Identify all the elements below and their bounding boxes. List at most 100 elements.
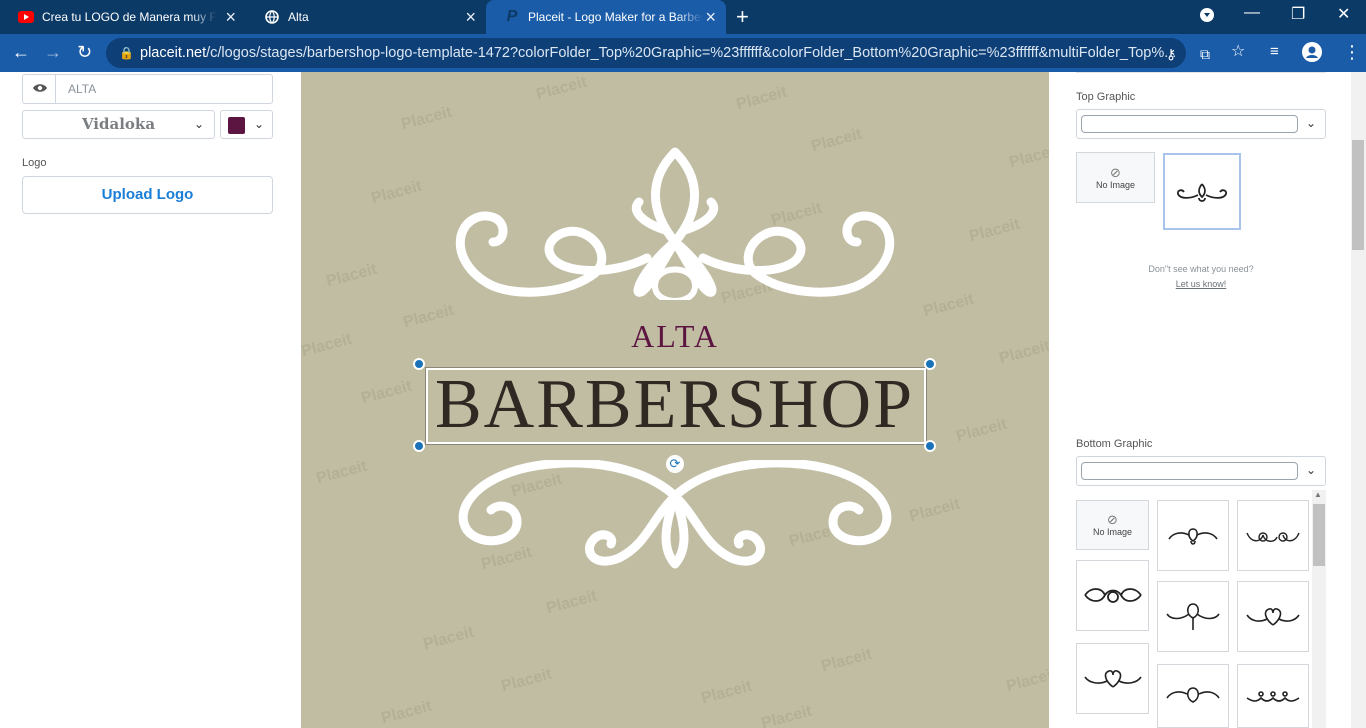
watermark: Placeit: [324, 260, 379, 291]
tab-youtube[interactable]: Crea tu LOGO de Manera muy FÁCIL ×: [0, 0, 246, 34]
chevron-down-icon: ⌄: [1305, 116, 1316, 130]
text-input[interactable]: ALTA: [55, 74, 273, 104]
media-control-icon[interactable]: ≡: [1270, 42, 1279, 62]
resize-handle-top-left[interactable]: [413, 358, 425, 370]
resize-handle-bottom-right[interactable]: [924, 440, 936, 452]
eye-icon: [32, 80, 48, 98]
translate-icon[interactable]: ⧉: [1200, 44, 1210, 64]
more-menu-icon[interactable]: ⋮: [1343, 42, 1361, 62]
top-graphic-option-selected[interactable]: [1163, 153, 1241, 230]
bottom-graphic-option[interactable]: [1076, 560, 1149, 631]
font-select[interactable]: Vidaloka ⌄: [22, 110, 215, 139]
ornament-icon: [1166, 602, 1220, 630]
logo-label: Logo: [22, 157, 47, 169]
watermark: Placeit: [379, 697, 434, 728]
bottom-graphic-option[interactable]: [1237, 500, 1309, 571]
top-no-image-option[interactable]: ⊘ No Image: [1076, 152, 1155, 203]
watermark: Placeit: [499, 665, 554, 696]
bookmark-star-icon[interactable]: ☆: [1231, 42, 1245, 62]
watermark: Placeit: [819, 645, 874, 676]
close-tab-icon[interactable]: ×: [705, 8, 716, 26]
minimize-icon[interactable]: —: [1244, 4, 1260, 22]
browser-toolbar: ← → ↻ 🔒 placeit.net/c/logos/stages/barbe…: [0, 34, 1366, 72]
rotate-handle-icon[interactable]: ⟳: [666, 455, 684, 473]
placeit-icon: P: [506, 8, 518, 25]
forward-icon[interactable]: →: [44, 42, 62, 62]
bottom-graphic-option[interactable]: [1237, 664, 1309, 728]
bottom-graphic-label: Bottom Graphic: [1076, 438, 1153, 450]
address-bar[interactable]: 🔒 placeit.net/c/logos/stages/barbershop-…: [106, 38, 1186, 68]
color-picker[interactable]: ⌄: [220, 110, 273, 139]
ornament-icon: [1246, 531, 1300, 542]
dropdown-search-input[interactable]: [1081, 462, 1298, 480]
tab-alta[interactable]: Alta ×: [246, 0, 486, 34]
bottom-no-image-option[interactable]: ⊘ No Image: [1076, 500, 1149, 550]
ornament-icon: [1246, 691, 1300, 702]
bottom-ornament-graphic[interactable]: [451, 460, 899, 572]
chevron-down-icon: ⌄: [253, 117, 264, 131]
upload-logo-button[interactable]: Upload Logo: [22, 176, 273, 214]
watermark: Placeit: [759, 702, 814, 728]
watermark: Placeit: [699, 677, 754, 708]
lock-icon: 🔒: [119, 46, 134, 60]
tab-title: Placeit - Logo Maker for a Barbershop: [528, 10, 703, 24]
bottom-graphic-option[interactable]: [1076, 643, 1149, 714]
let-us-know-link[interactable]: Let us know!: [1176, 279, 1227, 289]
watermark: Placeit: [369, 177, 424, 208]
profile-avatar-icon[interactable]: [1302, 42, 1322, 66]
bottom-graphic-option[interactable]: [1157, 664, 1229, 728]
resize-handle-top-right[interactable]: [924, 358, 936, 370]
watermark: Placeit: [907, 495, 962, 526]
bottom-graphic-option[interactable]: [1157, 500, 1229, 571]
page-scrollbar-thumb[interactable]: [1352, 140, 1364, 250]
restore-icon[interactable]: ❐: [1291, 4, 1305, 24]
url-host: placeit.net: [140, 45, 207, 61]
help-block: Don"t see what you need? Let us know!: [1076, 262, 1326, 292]
close-tab-icon[interactable]: ×: [225, 8, 236, 26]
help-text: Don"t see what you need?: [1148, 264, 1254, 274]
watermark: Placeit: [359, 377, 414, 408]
profile-menu-icon[interactable]: [1200, 8, 1214, 27]
visibility-toggle[interactable]: [22, 74, 56, 104]
chevron-down-icon: ⌄: [1305, 463, 1316, 477]
no-image-icon: ⊘: [1107, 512, 1118, 527]
no-image-label: No Image: [1095, 179, 1136, 190]
color-swatch: [228, 117, 245, 134]
tab-placeit[interactable]: P Placeit - Logo Maker for a Barbershop …: [486, 0, 726, 34]
watermark: Placeit: [954, 415, 1009, 446]
divider: [1076, 72, 1326, 73]
ornament-icon: [1083, 669, 1142, 688]
watermark: Placeit: [1007, 141, 1049, 172]
bottom-graphic-option[interactable]: [1157, 581, 1229, 652]
top-ornament-graphic[interactable]: [451, 146, 899, 300]
watermark: Placeit: [314, 457, 369, 488]
dropdown-search-input[interactable]: [1081, 115, 1298, 133]
watermark: Placeit: [734, 83, 789, 114]
top-graphic-dropdown[interactable]: ⌄: [1076, 109, 1326, 139]
font-name: Vidaloka: [81, 115, 156, 133]
browser-tab-bar: Crea tu LOGO de Manera muy FÁCIL × Alta …: [0, 0, 1366, 34]
close-tab-icon[interactable]: ×: [465, 8, 476, 26]
watermark: Placeit: [399, 103, 454, 134]
reload-icon[interactable]: ↻: [77, 42, 92, 62]
resize-handle-bottom-left[interactable]: [413, 440, 425, 452]
watermark: Placeit: [921, 290, 976, 321]
top-text[interactable]: ALTA: [301, 318, 1049, 355]
close-window-icon[interactable]: ✕: [1337, 4, 1350, 24]
selection-box[interactable]: [425, 367, 927, 445]
no-image-icon: ⊘: [1110, 164, 1121, 180]
bottom-graphic-dropdown[interactable]: ⌄: [1076, 456, 1326, 486]
key-icon[interactable]: ⚷: [1166, 44, 1176, 64]
new-tab-icon[interactable]: +: [736, 6, 749, 28]
tab-title: Alta: [288, 10, 309, 24]
graphics-scrollbar-thumb[interactable]: [1313, 504, 1325, 566]
ornament-icon: [1083, 587, 1142, 603]
watermark: Placeit: [1004, 665, 1049, 696]
back-icon[interactable]: ←: [12, 42, 30, 62]
watermark: Placeit: [967, 215, 1022, 246]
bottom-graphic-option[interactable]: [1237, 581, 1309, 652]
top-graphic-label: Top Graphic: [1076, 91, 1136, 103]
ornament-icon: [1168, 527, 1218, 545]
ornament-icon: [1166, 687, 1220, 703]
scroll-up-icon[interactable]: ▲: [1314, 490, 1322, 499]
